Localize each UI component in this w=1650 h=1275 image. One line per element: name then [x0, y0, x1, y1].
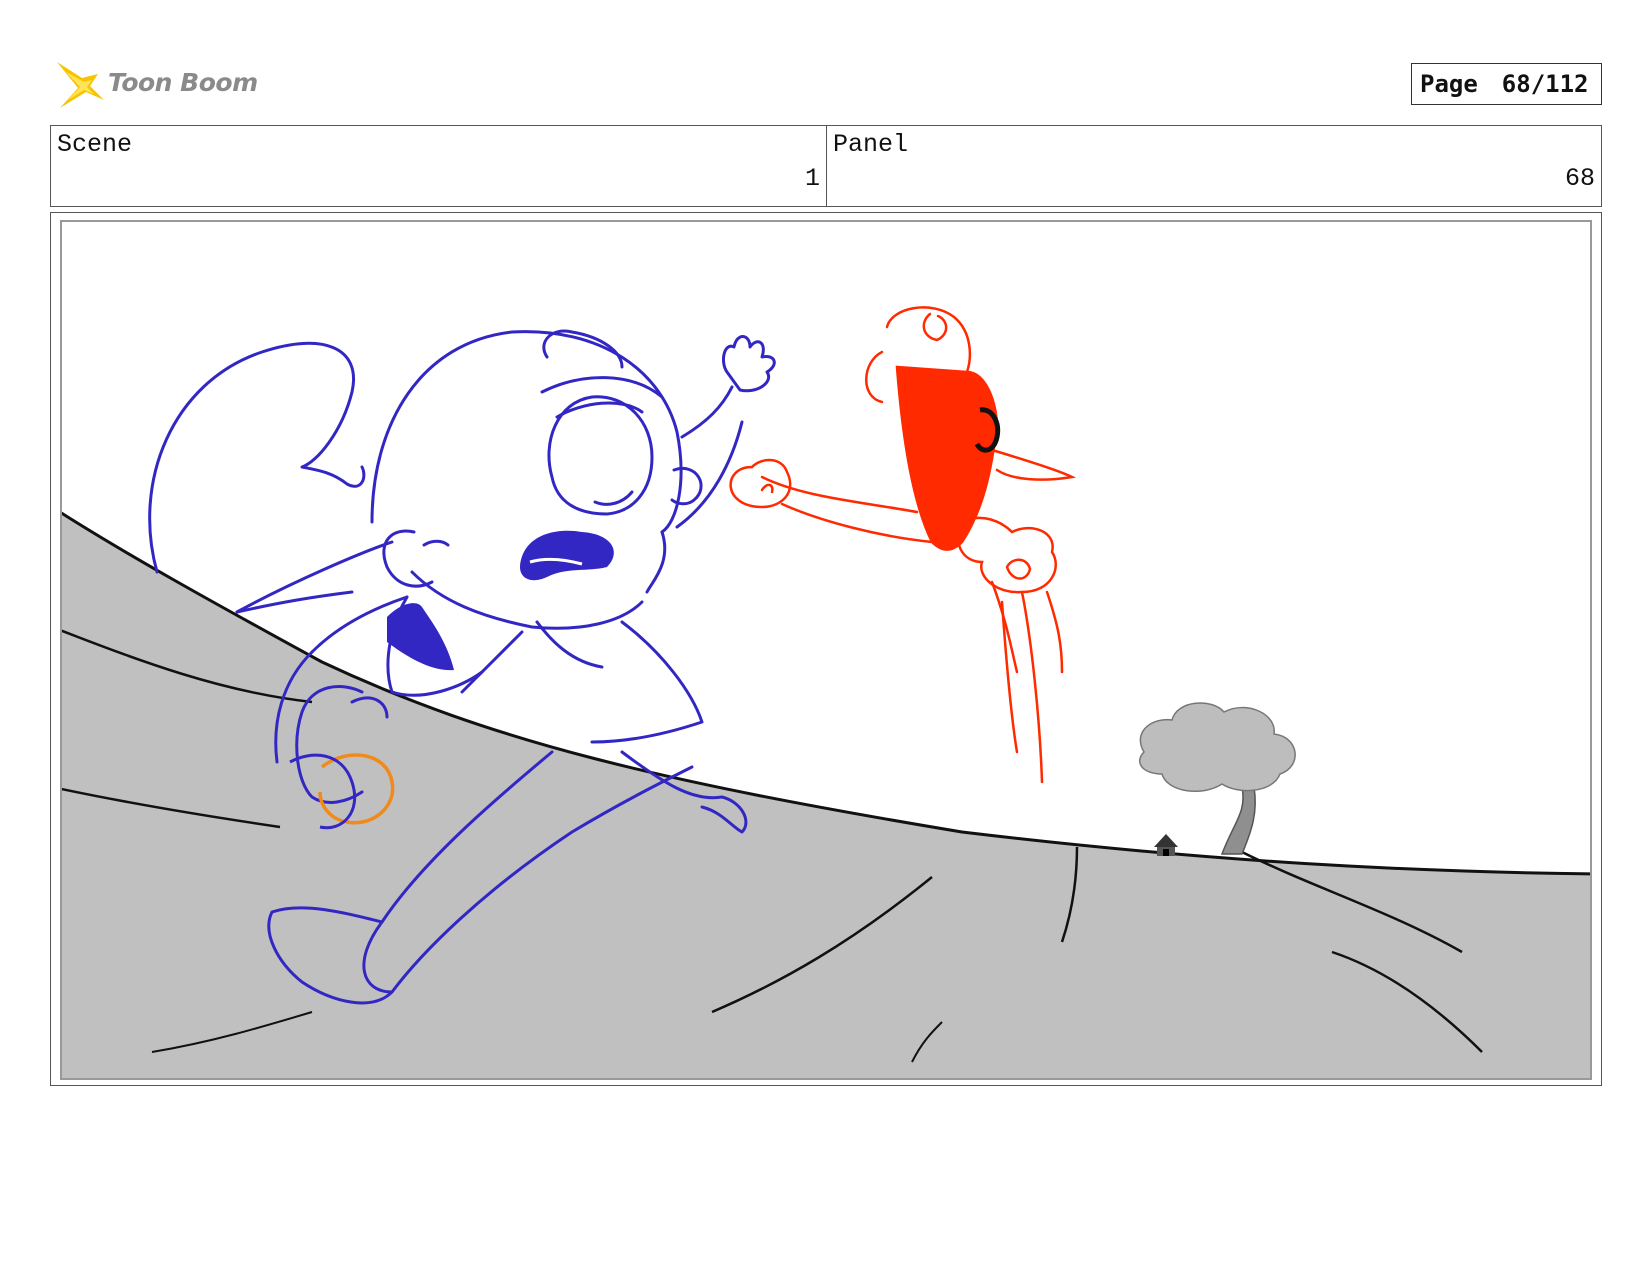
page-number: 68/112 [1501, 70, 1589, 98]
toon-boom-logo: Toon Boom [52, 56, 272, 112]
panel-value: 68 [1564, 164, 1595, 193]
hill-ground [62, 513, 1590, 1078]
panel-cell: Panel 68 [827, 126, 1601, 206]
boy-sleeve [387, 603, 454, 671]
tree [1139, 702, 1296, 855]
boy-hair-tuft [148, 341, 366, 574]
scene-cell: Scene 1 [51, 126, 827, 206]
logo-text: Toon Boom [108, 68, 258, 97]
sketch-illustration [62, 306, 1590, 1078]
scene-value: 1 [804, 164, 820, 193]
monster [729, 306, 1077, 784]
house [1154, 834, 1178, 856]
storyboard-drawing [60, 220, 1592, 1080]
panel-label: Panel [833, 130, 909, 159]
scene-label: Scene [57, 130, 133, 159]
starburst-icon [57, 62, 104, 108]
boy-mouth [520, 530, 614, 581]
scene-panel-table: Scene 1 Panel 68 [50, 125, 1602, 207]
page-indicator: Page 68/112 [1411, 63, 1602, 105]
page-label: Page [1420, 70, 1478, 98]
